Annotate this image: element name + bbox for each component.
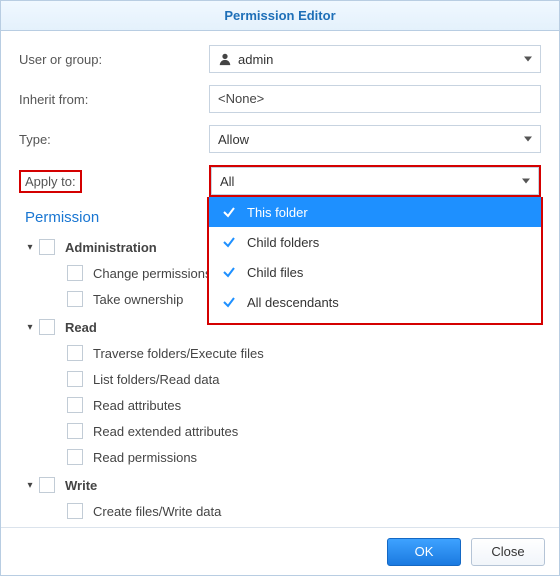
combo-apply-to[interactable]: All — [211, 167, 539, 195]
dialog-content: User or group: admin Inherit from: <None… — [1, 31, 559, 527]
combo-type[interactable]: Allow — [209, 125, 541, 153]
tree-label: Change permissions — [93, 266, 212, 281]
checkbox-change-permissions[interactable] — [67, 265, 83, 281]
tree-label: Traverse folders/Execute files — [93, 346, 264, 361]
tree-row: Read attributes — [67, 392, 541, 418]
person-icon — [218, 52, 232, 66]
close-button[interactable]: Close — [471, 538, 545, 566]
collapse-icon[interactable]: ▾ — [23, 320, 37, 334]
tree-label: Read attributes — [93, 398, 181, 413]
checkbox-write[interactable] — [39, 477, 55, 493]
chevron-down-icon — [524, 57, 532, 62]
checkbox[interactable] — [67, 345, 83, 361]
dd-item-label: All descendants — [247, 295, 339, 310]
collapse-icon[interactable]: ▾ — [23, 478, 37, 492]
tree-row: List folders/Read data — [67, 366, 541, 392]
tree-label-read: Read — [65, 320, 97, 335]
checkbox[interactable] — [67, 423, 83, 439]
tree-label: Read permissions — [93, 450, 197, 465]
tree-label-administration: Administration — [65, 240, 157, 255]
checkmark-icon — [221, 294, 237, 310]
combo-type-value: Allow — [218, 132, 249, 147]
checkbox[interactable] — [67, 371, 83, 387]
dd-item-label: This folder — [247, 205, 308, 220]
checkbox[interactable] — [67, 503, 83, 519]
row-type: Type: Allow — [19, 125, 541, 153]
tree-row: Create files/Write data — [67, 498, 541, 524]
tree-row: Read extended attributes — [67, 418, 541, 444]
dd-item-label: Child folders — [247, 235, 319, 250]
checkmark-icon — [221, 204, 237, 220]
tree-label: Take ownership — [93, 292, 183, 307]
tree-row: Read permissions — [67, 444, 541, 470]
permission-editor-dialog: Permission Editor User or group: admin I… — [0, 0, 560, 576]
chevron-down-icon — [522, 179, 530, 184]
checkbox-administration[interactable] — [39, 239, 55, 255]
tree-node-read: ▾ Read Traverse folders/Execute files Li… — [23, 314, 541, 470]
tree-row: Traverse folders/Execute files — [67, 340, 541, 366]
tree-label-write: Write — [65, 478, 97, 493]
dialog-title: Permission Editor — [1, 1, 559, 31]
button-bar: OK Close — [1, 527, 559, 575]
collapse-icon[interactable]: ▾ — [23, 240, 37, 254]
label-inherit-from: Inherit from: — [19, 92, 209, 107]
row-user-or-group: User or group: admin — [19, 45, 541, 73]
checkmark-icon — [221, 234, 237, 250]
checkbox-take-ownership[interactable] — [67, 291, 83, 307]
checkmark-icon — [221, 264, 237, 280]
label-user-or-group: User or group: — [19, 52, 209, 67]
label-type: Type: — [19, 132, 209, 147]
dd-item-child-folders[interactable]: Child folders — [209, 227, 541, 257]
dd-item-label: Child files — [247, 265, 303, 280]
row-inherit-from: Inherit from: <None> — [19, 85, 541, 113]
checkbox-read[interactable] — [39, 319, 55, 335]
chevron-down-icon — [524, 137, 532, 142]
input-inherit-from[interactable]: <None> — [209, 85, 541, 113]
apply-to-dropdown: This folder Child folders Child files Al… — [207, 197, 543, 325]
tree-node-write: ▾ Write Create files/Write data — [23, 472, 541, 524]
combo-apply-to-value: All — [220, 174, 234, 189]
combo-user-or-group-value: admin — [238, 52, 273, 67]
tree-label: Create files/Write data — [93, 504, 221, 519]
input-inherit-from-value: <None> — [218, 91, 264, 106]
checkbox[interactable] — [67, 397, 83, 413]
label-apply-to-text: Apply to: — [19, 170, 82, 193]
dd-item-child-files[interactable]: Child files — [209, 257, 541, 287]
dd-item-this-folder[interactable]: This folder — [209, 197, 541, 227]
checkbox[interactable] — [67, 449, 83, 465]
label-apply-to: Apply to: — [19, 170, 209, 193]
dd-item-all-descendants[interactable]: All descendants — [209, 287, 541, 317]
ok-button[interactable]: OK — [387, 538, 461, 566]
combo-user-or-group[interactable]: admin — [209, 45, 541, 73]
tree-label: List folders/Read data — [93, 372, 219, 387]
row-apply-to: Apply to: All — [19, 165, 541, 197]
tree-label: Read extended attributes — [93, 424, 238, 439]
